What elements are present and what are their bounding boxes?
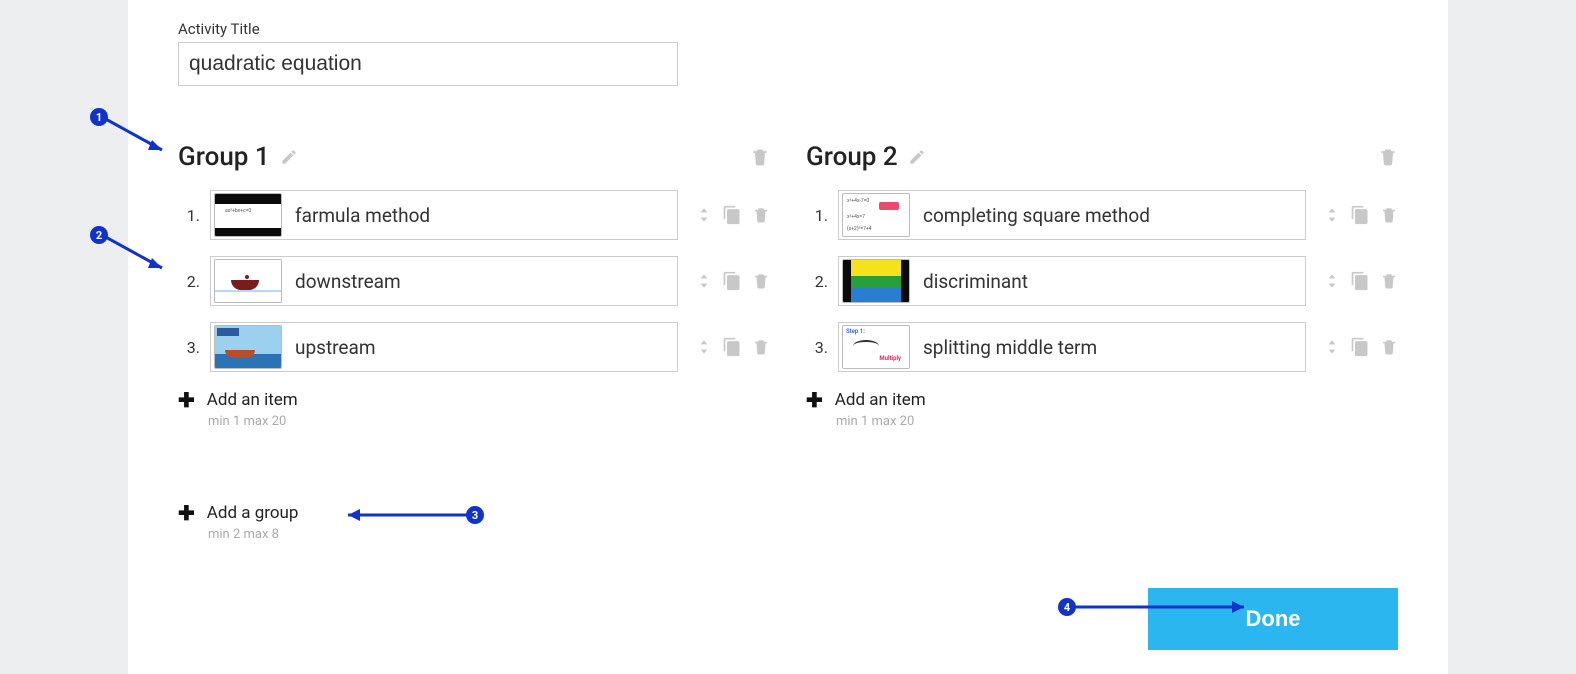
copy-icon[interactable] [1350, 271, 1370, 291]
group-column: Group 1 1. ax²+bx+c=0 farmula method [178, 142, 770, 542]
item-actions [1324, 336, 1398, 358]
item-row: 2. discriminant [806, 256, 1398, 306]
trash-icon[interactable] [1380, 337, 1398, 357]
item-actions [696, 270, 770, 292]
trash-icon[interactable] [752, 271, 770, 291]
trash-icon[interactable] [752, 205, 770, 225]
item-card[interactable]: discriminant [838, 256, 1306, 306]
group-title: Group 1 [178, 142, 270, 172]
item-card[interactable]: x²+4x-7=0 x²+4x=7 (x+2)²=7+4 completing … [838, 190, 1306, 240]
groups-row: Group 1 1. ax²+bx+c=0 farmula method [178, 142, 1398, 542]
activity-editor-page: Activity Title Group 1 1. a [128, 0, 1448, 674]
title-field: Activity Title [178, 20, 1398, 86]
reorder-icon[interactable] [696, 270, 712, 292]
item-label[interactable]: splitting middle term [913, 336, 1305, 359]
activity-title-input[interactable] [178, 42, 678, 86]
item-number: 3. [806, 338, 828, 357]
plus-icon: ✚ [806, 388, 823, 412]
item-row: 2. downstream [178, 256, 770, 306]
add-item-button[interactable]: ✚ Add an item [178, 388, 770, 412]
item-thumbnail[interactable]: ax²+bx+c=0 [214, 193, 282, 237]
item-thumbnail[interactable] [842, 259, 910, 303]
activity-title-label: Activity Title [178, 20, 1398, 38]
item-label[interactable]: downstream [285, 270, 677, 293]
reorder-icon[interactable] [1324, 204, 1340, 226]
item-card[interactable]: Step 1:Multiply splitting middle term [838, 322, 1306, 372]
trash-icon[interactable] [1378, 146, 1398, 168]
item-card[interactable]: ax²+bx+c=0 farmula method [210, 190, 678, 240]
item-number: 1. [178, 206, 200, 225]
add-group-hint: min 2 max 8 [208, 527, 770, 542]
item-label[interactable]: farmula method [285, 204, 677, 227]
copy-icon[interactable] [722, 337, 742, 357]
reorder-icon[interactable] [1324, 270, 1340, 292]
edit-icon[interactable] [908, 148, 926, 166]
add-item-hint: min 1 max 20 [208, 414, 770, 429]
add-item-label: Add an item [207, 390, 298, 410]
item-row: 3. upstream [178, 322, 770, 372]
item-row: 1. ax²+bx+c=0 farmula method [178, 190, 770, 240]
copy-icon[interactable] [722, 271, 742, 291]
item-label[interactable]: discriminant [913, 270, 1305, 293]
item-number: 2. [806, 272, 828, 291]
reorder-icon[interactable] [1324, 336, 1340, 358]
reorder-icon[interactable] [696, 204, 712, 226]
done-button[interactable]: Done [1148, 588, 1398, 650]
item-thumbnail[interactable]: x²+4x-7=0 x²+4x=7 (x+2)²=7+4 [842, 193, 910, 237]
trash-icon[interactable] [1380, 271, 1398, 291]
group-header: Group 2 [806, 142, 1398, 172]
group-title: Group 2 [806, 142, 898, 172]
item-thumbnail[interactable] [214, 325, 282, 369]
copy-icon[interactable] [1350, 205, 1370, 225]
edit-icon[interactable] [280, 148, 298, 166]
item-thumbnail[interactable]: Step 1:Multiply [842, 325, 910, 369]
plus-icon: ✚ [178, 501, 195, 525]
add-item-label: Add an item [835, 390, 926, 410]
item-card[interactable]: upstream [210, 322, 678, 372]
item-actions [1324, 204, 1398, 226]
item-row: 3. Step 1:Multiply splitting middle term [806, 322, 1398, 372]
reorder-icon[interactable] [696, 336, 712, 358]
item-label[interactable]: upstream [285, 336, 677, 359]
group-column: Group 2 1. x²+4x-7=0 x²+4x=7 (x+2)²=7+4 [806, 142, 1398, 542]
add-group-button[interactable]: ✚ Add a group [178, 501, 770, 525]
add-item-button[interactable]: ✚ Add an item [806, 388, 1398, 412]
trash-icon[interactable] [750, 146, 770, 168]
copy-icon[interactable] [722, 205, 742, 225]
add-group-label: Add a group [207, 503, 299, 523]
item-thumbnail[interactable] [214, 259, 282, 303]
plus-icon: ✚ [178, 388, 195, 412]
item-card[interactable]: downstream [210, 256, 678, 306]
add-item-hint: min 1 max 20 [836, 414, 1398, 429]
group-header: Group 1 [178, 142, 770, 172]
copy-icon[interactable] [1350, 337, 1370, 357]
trash-icon[interactable] [752, 337, 770, 357]
item-number: 2. [178, 272, 200, 291]
item-number: 3. [178, 338, 200, 357]
trash-icon[interactable] [1380, 205, 1398, 225]
item-actions [696, 204, 770, 226]
item-number: 1. [806, 206, 828, 225]
item-label[interactable]: completing square method [913, 204, 1305, 227]
item-actions [696, 336, 770, 358]
item-row: 1. x²+4x-7=0 x²+4x=7 (x+2)²=7+4 completi… [806, 190, 1398, 240]
item-actions [1324, 270, 1398, 292]
